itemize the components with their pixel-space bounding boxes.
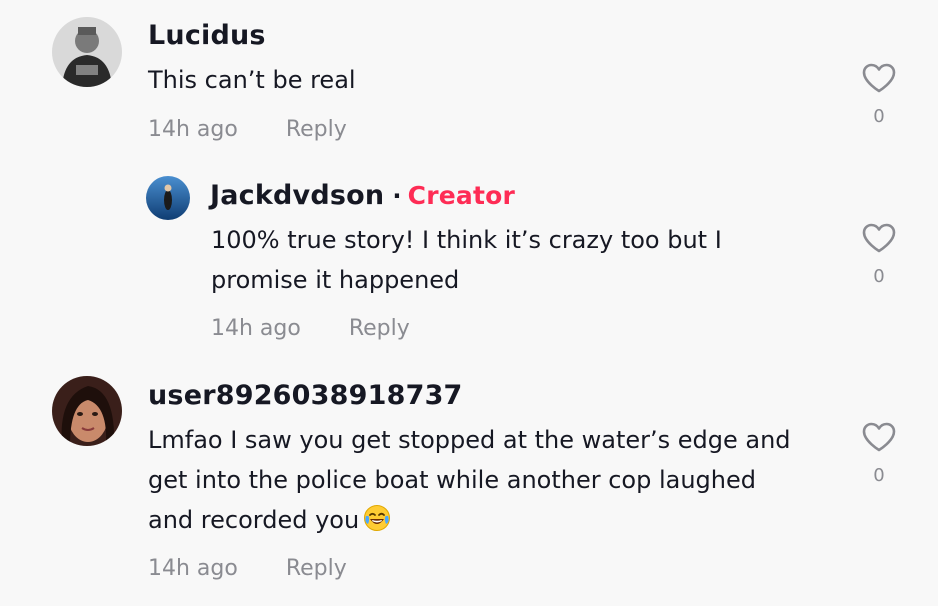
comment-item: user8926038918737 Lmfao I saw you get st… <box>0 360 938 606</box>
comment-username[interactable]: user8926038918737 <box>148 380 463 411</box>
like-count: 0 <box>873 106 885 127</box>
like-button[interactable]: 0 <box>859 222 899 287</box>
badge-separator: · <box>392 182 402 210</box>
comment-text: Lmfao I saw you get stopped at the water… <box>148 420 791 544</box>
comment-text-line: Lmfao I saw you get stopped at the water… <box>148 426 791 454</box>
comment-meta: 14h ago Reply <box>148 556 347 581</box>
comment-timestamp: 14h ago <box>148 556 238 581</box>
avatar[interactable] <box>52 376 122 446</box>
comment-text-line: promise it happened <box>211 266 460 294</box>
avatar[interactable] <box>52 17 122 87</box>
comment-text-line: 100% true story! I think it’s crazy too … <box>211 226 722 254</box>
comment-text: This can’t be real <box>148 66 356 94</box>
comment-username[interactable]: Lucidus <box>148 20 266 51</box>
comment-meta: 14h ago Reply <box>148 117 347 142</box>
heart-outline-icon <box>862 223 896 253</box>
comment-username: Jackdvdson · Creator <box>210 180 515 211</box>
comment-meta: 14h ago Reply <box>211 316 410 341</box>
reply-button[interactable]: Reply <box>349 316 410 341</box>
comment-text-line: and recorded you <box>148 500 791 544</box>
comment-text-last: and recorded you <box>148 506 360 534</box>
face-with-tears-of-joy-icon <box>363 504 391 544</box>
creator-badge: Creator <box>407 181 516 210</box>
comment-text-line: get into the police boat while another c… <box>148 466 756 494</box>
reply-username[interactable]: Jackdvdson <box>210 180 384 211</box>
comment-text: 100% true story! I think it’s crazy too … <box>211 220 722 300</box>
comment-timestamp: 14h ago <box>211 316 301 341</box>
reply-item: Jackdvdson · Creator 100% true story! I th… <box>0 160 938 360</box>
like-count: 0 <box>873 266 885 287</box>
like-button[interactable]: 0 <box>859 62 899 127</box>
avatar[interactable] <box>146 176 190 220</box>
like-button[interactable]: 0 <box>859 421 899 486</box>
reply-button[interactable]: Reply <box>286 117 347 142</box>
reply-button[interactable]: Reply <box>286 556 347 581</box>
heart-outline-icon <box>862 63 896 93</box>
comment-timestamp: 14h ago <box>148 117 238 142</box>
heart-outline-icon <box>862 422 896 452</box>
like-count: 0 <box>873 465 885 486</box>
comment-item: Lucidus This can’t be real 14h ago Reply … <box>0 0 938 160</box>
